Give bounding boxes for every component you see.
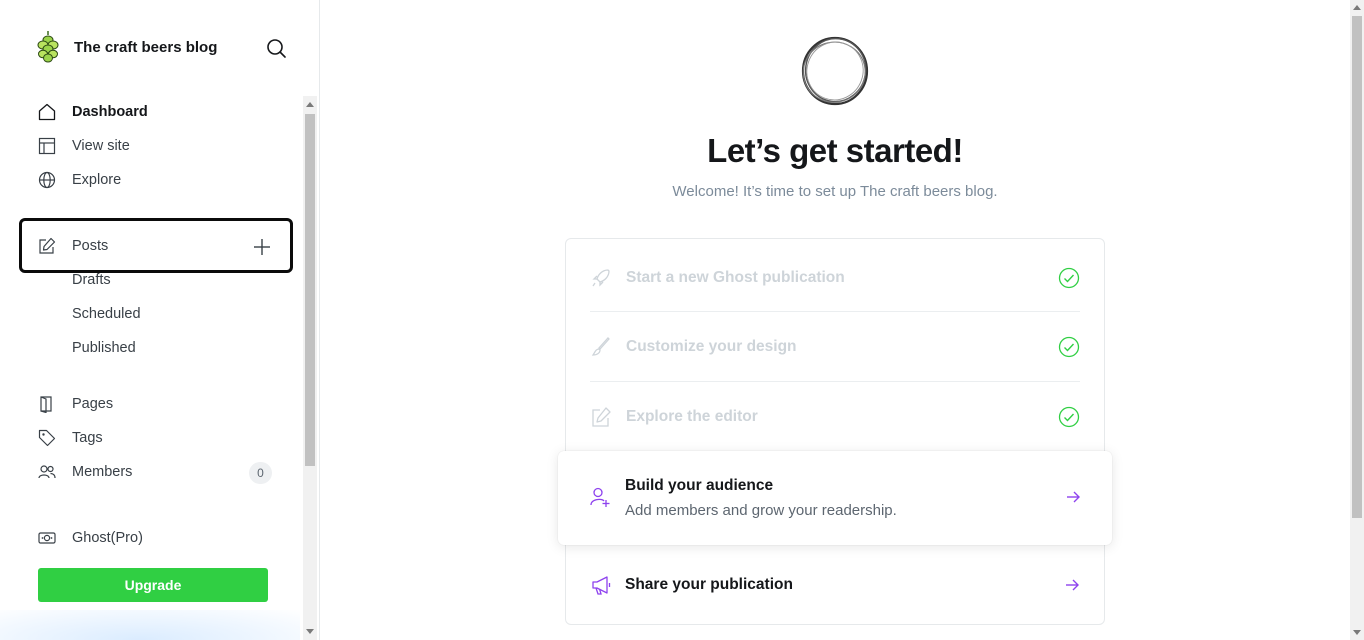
scroll-up-arrow-icon[interactable]	[1353, 5, 1361, 10]
edit-icon	[38, 237, 56, 255]
sidebar-scroll-thumb[interactable]	[305, 114, 315, 466]
plus-icon	[254, 239, 270, 255]
nav-posts-label: Posts	[72, 238, 109, 254]
search-icon	[267, 39, 286, 58]
scroll-down-arrow-icon[interactable]	[1353, 630, 1361, 635]
nav-pages-label: Pages	[72, 396, 114, 412]
check-circle-icon	[1058, 267, 1080, 289]
step-explore-editor[interactable]: Explore the editor	[590, 382, 1080, 452]
page-subtitle: Welcome! It’s time to set up The craft b…	[672, 183, 998, 200]
nav-ghost-pro[interactable]: Ghost(Pro)	[38, 529, 143, 547]
nav-explore[interactable]: Explore	[38, 171, 121, 189]
nav-scheduled[interactable]: Scheduled	[72, 306, 141, 322]
sidebar-glow	[0, 610, 300, 640]
step-title: Share your publication	[625, 576, 793, 593]
sidebar: The craft beers blog Dashboard View site	[0, 0, 320, 640]
nav-tags[interactable]: Tags	[38, 429, 103, 447]
step-start-publication[interactable]: Start a new Ghost publication	[590, 243, 1080, 313]
add-member-icon	[590, 487, 610, 507]
scroll-down-arrow-icon[interactable]	[306, 629, 314, 634]
nav-dashboard[interactable]: Dashboard	[38, 103, 148, 121]
step-build-audience[interactable]: Build your audience Add members and grow…	[558, 451, 1112, 545]
megaphone-icon	[592, 576, 611, 595]
nav-explore-label: Explore	[72, 172, 122, 188]
nav-dashboard-label: Dashboard	[72, 104, 148, 120]
nav-posts[interactable]: Posts	[38, 237, 108, 255]
nav-ghost-pro-label: Ghost(Pro)	[72, 530, 143, 546]
members-icon	[38, 463, 56, 481]
brush-icon	[591, 337, 610, 356]
edit-icon	[592, 407, 611, 427]
page-icon	[38, 395, 56, 413]
rocket-icon	[592, 269, 610, 287]
new-post-button[interactable]	[251, 236, 273, 258]
site-title: The craft beers blog	[74, 38, 218, 56]
sidebar-scrollbar[interactable]	[303, 96, 317, 640]
layout-icon	[38, 137, 56, 155]
page-scrollbar[interactable]	[1350, 0, 1364, 640]
nav-members[interactable]: Members	[38, 463, 132, 481]
home-icon	[38, 103, 56, 121]
nav-view-site-label: View site	[72, 138, 130, 154]
scroll-up-arrow-icon[interactable]	[306, 102, 314, 107]
nav-pages[interactable]: Pages	[38, 395, 113, 413]
step-share-publication[interactable]: Share your publication	[590, 573, 1082, 597]
ghost-pro-icon	[38, 529, 56, 547]
circle-sketch-icon	[801, 36, 869, 106]
step-description: Add members and grow your readership.	[625, 502, 897, 519]
upgrade-button[interactable]: Upgrade	[38, 568, 268, 602]
nav-members-label: Members	[72, 464, 133, 480]
step-customize-design[interactable]: Customize your design	[590, 312, 1080, 382]
page-scroll-thumb[interactable]	[1352, 16, 1362, 518]
nav-view-site[interactable]: View site	[38, 137, 130, 155]
arrow-right-icon	[1066, 579, 1079, 591]
brand[interactable]: The craft beers blog	[36, 30, 217, 64]
page-title: Let’s get started!	[707, 132, 963, 169]
tag-icon	[38, 429, 56, 447]
step-label: Explore the editor	[626, 408, 758, 425]
step-label: Start a new Ghost publication	[626, 269, 845, 286]
onboarding-steps: Start a new Ghost publication Customize …	[565, 238, 1105, 625]
check-circle-icon	[1058, 406, 1080, 428]
members-count-badge: 0	[249, 462, 272, 484]
check-circle-icon	[1058, 336, 1080, 358]
nav-drafts[interactable]: Drafts	[72, 272, 111, 288]
step-title: Build your audience	[625, 477, 774, 494]
globe-icon	[38, 171, 56, 189]
search-button[interactable]	[264, 36, 290, 62]
ghost-admin: The craft beers blog Dashboard View site	[0, 0, 1364, 640]
hop-icon	[37, 31, 59, 63]
step-label: Customize your design	[626, 338, 797, 355]
nav-tags-label: Tags	[72, 430, 103, 446]
nav-published[interactable]: Published	[72, 340, 136, 356]
arrow-right-icon	[1067, 491, 1080, 503]
